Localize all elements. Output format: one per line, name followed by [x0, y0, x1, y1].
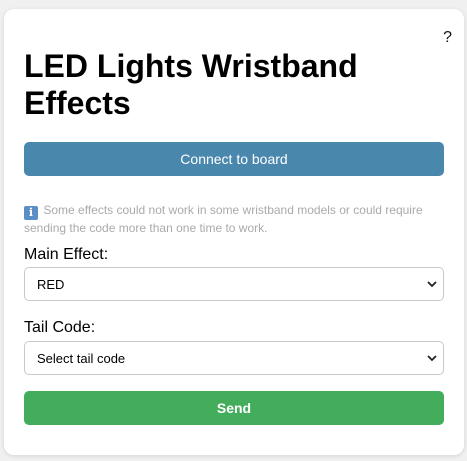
- tail-code-label: Tail Code:: [24, 319, 96, 336]
- main-effect-select[interactable]: RED: [24, 267, 444, 301]
- note-text: Some effects could not work in some wris…: [24, 203, 423, 235]
- compatibility-note: i Some effects could not work in some wr…: [24, 202, 449, 236]
- send-button[interactable]: Send: [24, 391, 444, 425]
- chevron-down-icon: [427, 281, 437, 288]
- help-button[interactable]: ?: [443, 30, 452, 46]
- main-effect-label: Main Effect:: [24, 246, 109, 263]
- effects-card: ? LED Lights Wristband Effects Connect t…: [4, 9, 464, 455]
- tail-code-value: Select tail code: [37, 351, 126, 366]
- info-icon: i: [24, 206, 38, 220]
- connect-button[interactable]: Connect to board: [24, 142, 444, 176]
- main-effect-value: RED: [37, 277, 65, 292]
- chevron-down-icon: [427, 355, 437, 362]
- page-title: LED Lights Wristband Effects: [24, 48, 358, 121]
- tail-code-select[interactable]: Select tail code: [24, 341, 444, 375]
